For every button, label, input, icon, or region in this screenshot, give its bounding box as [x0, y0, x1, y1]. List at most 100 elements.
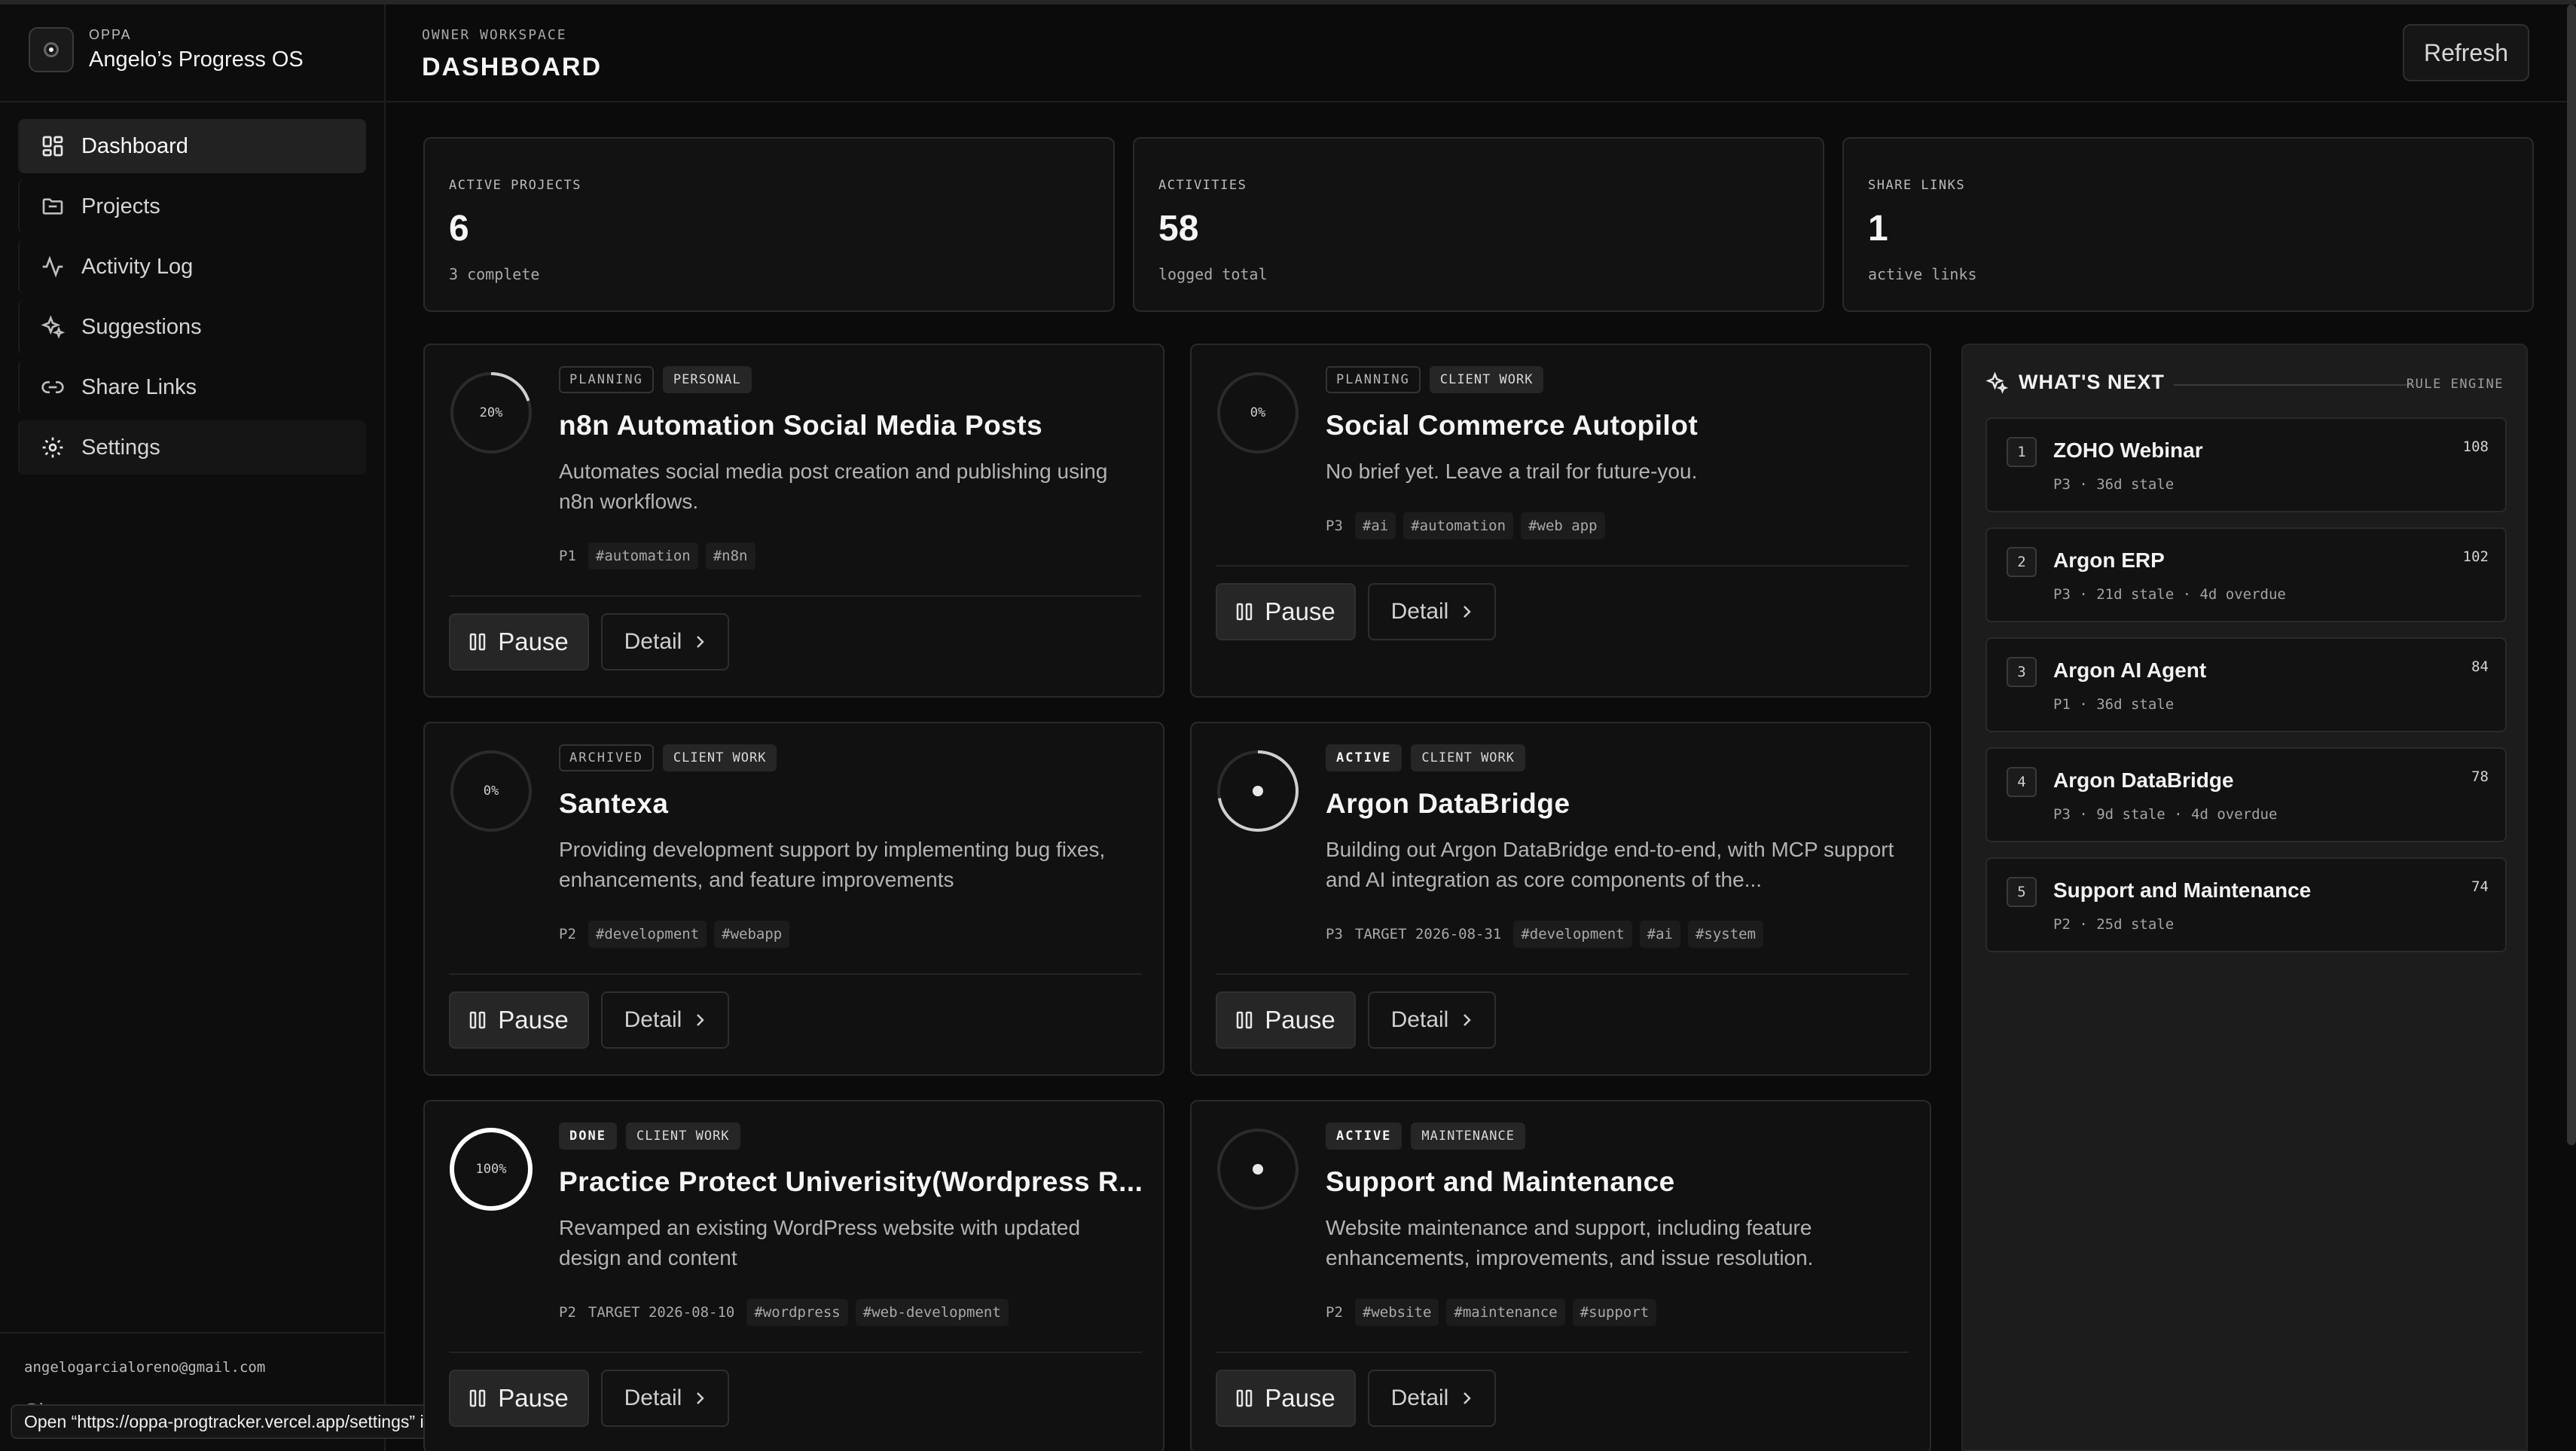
refresh-button[interactable]: Refresh — [2403, 24, 2529, 81]
project-title[interactable]: n8n Automation Social Media Posts — [559, 410, 1146, 441]
next-item[interactable]: 2 Argon ERP P3 · 21d stale · 4d overdue 102 — [1985, 527, 2507, 622]
project-card[interactable]: 0% PLANNING CLIENT WORK Social Commerce Aut… — [1190, 344, 1931, 698]
detail-button[interactable]: Detail — [601, 613, 729, 671]
rank-badge: 2 — [2007, 547, 2037, 577]
sidebar-nav: Dashboard Projects Activity Log Suggesti… — [18, 119, 366, 481]
detail-label: Detail — [624, 629, 682, 654]
pause-button[interactable]: Pause — [1216, 583, 1356, 640]
pause-icon — [469, 1011, 486, 1029]
sidebar-item-dashboard[interactable]: Dashboard — [18, 119, 366, 173]
tag-row: P3 TARGET 2026-08-31 #development #ai #syste… — [1326, 921, 1764, 948]
tag-row: P2 #development #webapp — [559, 921, 790, 948]
tag-row: P2 TARGET 2026-08-10 #wordpress #web-develo… — [559, 1299, 1009, 1326]
pause-icon — [469, 633, 486, 651]
pause-icon — [1236, 1011, 1253, 1029]
page-title: DASHBOARD — [422, 53, 602, 81]
project-card[interactable]: 100% DONE CLIENT WORK Practice Protect Univ… — [423, 1100, 1164, 1451]
badge-row: ACTIVE CLIENT WORK — [1326, 744, 1526, 771]
tag-row: P2 #website #maintenance #support — [1326, 1299, 1657, 1326]
project-title[interactable]: Santexa — [559, 788, 1146, 820]
badge-row: PLANNING PERSONAL — [559, 366, 752, 393]
pause-button[interactable]: Pause — [1216, 1370, 1356, 1427]
detail-button[interactable]: Detail — [1368, 1370, 1496, 1427]
score-value: 108 — [2462, 438, 2489, 455]
whats-next-header: WHAT'S NEXT — [1985, 371, 2165, 394]
priority-label: P2 — [1326, 1304, 1343, 1321]
user-email: angelogarcialoreno@gmail.com — [24, 1359, 266, 1376]
stat-label: ACTIVITIES — [1158, 178, 1247, 193]
detail-label: Detail — [1390, 1007, 1449, 1032]
next-item-title: Support and Maintenance — [2053, 878, 2312, 902]
sidebar-item-settings[interactable]: Settings — [18, 420, 366, 475]
project-title[interactable]: Social Commerce Autopilot — [1326, 410, 1913, 441]
detail-button[interactable]: Detail — [1368, 583, 1496, 640]
brand[interactable]: OPPA Angelo’s Progress OS — [29, 27, 304, 72]
tag: #automation — [588, 542, 698, 570]
sidebar-item-suggestions[interactable]: Suggestions — [18, 300, 366, 354]
badge-row: PLANNING CLIENT WORK — [1326, 366, 1544, 393]
sidebar-item-label: Share Links — [81, 374, 197, 399]
divider — [449, 973, 1142, 975]
sidebar-item-activity-log[interactable]: Activity Log — [18, 240, 366, 294]
sidebar-item-share-links[interactable]: Share Links — [18, 360, 366, 414]
chevron-right-icon — [697, 1014, 705, 1026]
next-item-meta: P2 · 25d stale — [2053, 916, 2175, 933]
next-item[interactable]: 1 ZOHO Webinar P3 · 36d stale 108 — [1985, 417, 2507, 512]
project-title[interactable]: Practice Protect Univerisity(Wordpress R… — [559, 1166, 1146, 1198]
project-description: Providing development support by impleme… — [559, 838, 1106, 891]
stat-subtext: 3 complete — [449, 265, 540, 283]
pause-button[interactable]: Pause — [449, 1370, 589, 1427]
category-badge: CLIENT WORK — [1429, 366, 1544, 393]
pause-icon — [469, 1389, 486, 1407]
project-card[interactable]: ACTIVE MAINTENANCE Support and Maintenance… — [1190, 1100, 1931, 1451]
next-item[interactable]: 3 Argon AI Agent P1 · 36d stale 84 — [1985, 637, 2507, 732]
next-item[interactable]: 4 Argon DataBridge P3 · 9d stale · 4d over… — [1985, 747, 2507, 842]
progress-label — [1216, 1127, 1300, 1211]
chevron-right-icon — [1463, 606, 1472, 618]
sidebar-item-label: Dashboard — [81, 133, 188, 158]
category-badge: PERSONAL — [662, 366, 752, 393]
sidebar-item-label: Suggestions — [81, 314, 202, 339]
pause-button[interactable]: Pause — [449, 991, 589, 1049]
divider — [0, 101, 384, 102]
project-card[interactable]: 0% ARCHIVED CLIENT WORK Santexa Providing de… — [423, 722, 1164, 1076]
priority-label: P3 — [1326, 518, 1343, 534]
project-card[interactable]: 20% PLANNING PERSONAL n8n Automation Social… — [423, 344, 1164, 698]
tag: #development — [1513, 921, 1632, 948]
status-badge: ACTIVE — [1326, 744, 1402, 771]
rank-badge: 3 — [2007, 657, 2037, 687]
project-title[interactable]: Support and Maintenance — [1326, 1166, 1913, 1198]
next-item-title: Argon AI Agent — [2053, 658, 2207, 682]
project-description: Building out Argon DataBridge end-to-end… — [1326, 838, 1894, 891]
tag: #support — [1572, 1299, 1657, 1326]
score-value: 84 — [2471, 658, 2489, 675]
tag: #website — [1354, 1299, 1439, 1326]
tag: #wordpress — [746, 1299, 848, 1326]
pause-button[interactable]: Pause — [449, 613, 589, 671]
sparkles-icon — [1985, 371, 2008, 394]
rank-badge: 1 — [2007, 437, 2037, 467]
project-description: No brief yet. Leave a trail for future-y… — [1326, 460, 1698, 483]
scrollbar[interactable] — [2567, 5, 2576, 1145]
next-item[interactable]: 5 Support and Maintenance P2 · 25d stale 74 — [1985, 857, 2507, 952]
project-title[interactable]: Argon DataBridge — [1326, 788, 1913, 820]
app-logo — [29, 27, 74, 72]
project-card[interactable]: ACTIVE CLIENT WORK Argon DataBridge Buildin… — [1190, 722, 1931, 1076]
badge-row: ARCHIVED CLIENT WORK — [559, 744, 777, 771]
whats-next-title: WHAT'S NEXT — [2019, 371, 2165, 393]
tag: #web app — [1521, 512, 1605, 539]
sidebar-item-label: Projects — [81, 194, 160, 218]
pause-button[interactable]: Pause — [1216, 991, 1356, 1049]
detail-button[interactable]: Detail — [601, 991, 729, 1049]
sparkles-icon — [41, 315, 65, 339]
activity-icon — [42, 255, 63, 278]
stat-subtext: logged total — [1158, 265, 1268, 283]
sidebar-item-projects[interactable]: Projects — [18, 179, 366, 234]
workspace-label: OWNER WORKSPACE — [422, 27, 567, 43]
category-badge: CLIENT WORK — [662, 744, 777, 771]
detail-button[interactable]: Detail — [1368, 991, 1496, 1049]
stat-subtext: active links — [1868, 265, 1977, 283]
divider — [449, 595, 1142, 597]
tag: #webapp — [714, 921, 790, 948]
detail-button[interactable]: Detail — [601, 1370, 729, 1427]
